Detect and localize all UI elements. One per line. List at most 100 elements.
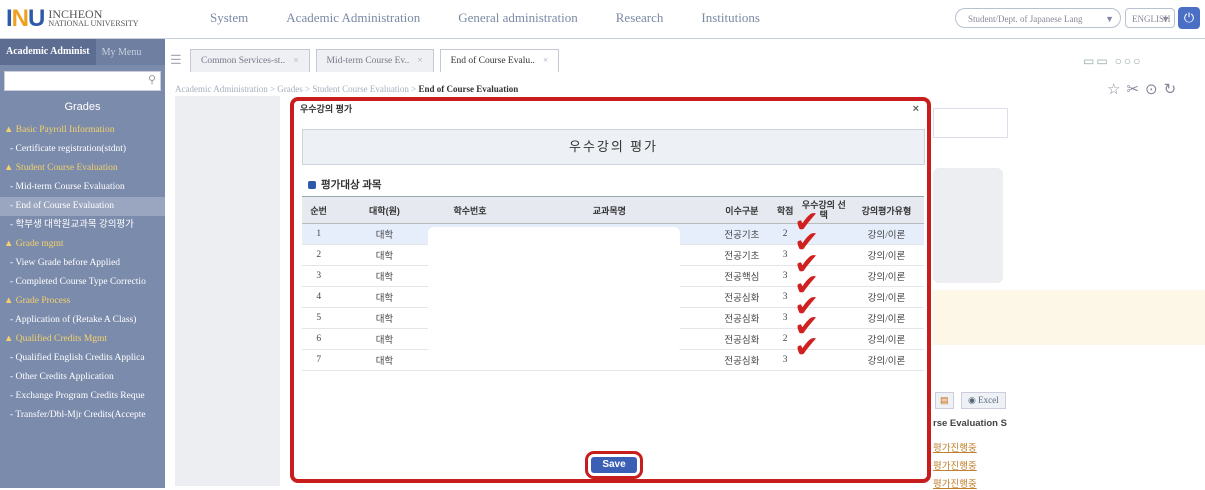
modal-title: 우수강의 평가 × bbox=[300, 101, 919, 117]
column-header: 교과목명 bbox=[506, 196, 713, 224]
course-evaluation-status-header: rse Evaluation S bbox=[933, 418, 1007, 429]
nav-institutions[interactable]: Institutions bbox=[701, 10, 760, 26]
top-nav: System Academic Administration General a… bbox=[210, 10, 760, 26]
university-logo[interactable]: INU INCHEON NATIONAL UNIVERSITY bbox=[6, 4, 139, 34]
breadcrumb: Academic Administration > Grades > Stude… bbox=[175, 84, 519, 94]
table-cell: 대학 bbox=[335, 265, 434, 287]
background-panel bbox=[175, 96, 280, 486]
background-panel bbox=[933, 168, 1003, 283]
section-title: 평가대상 과목 bbox=[308, 177, 382, 192]
sidebar-group[interactable]: ▲ Qualified Credits Mgmt bbox=[0, 330, 165, 349]
sidebar-tab-academic[interactable]: Academic Administ bbox=[0, 39, 96, 65]
download-icon[interactable]: ▤ bbox=[935, 392, 954, 409]
table-cell: 전공심화 bbox=[712, 349, 772, 371]
table-cell: 전공기초 bbox=[712, 244, 772, 266]
table-cell: 강의/이론 bbox=[848, 328, 924, 350]
table-cell: 7 bbox=[302, 349, 336, 371]
nav-research[interactable]: Research bbox=[616, 10, 664, 26]
table-cell: 대학 bbox=[335, 349, 434, 371]
column-header: 학수번호 bbox=[433, 196, 507, 224]
nav-system[interactable]: System bbox=[210, 10, 248, 26]
logo-mark: INU bbox=[6, 5, 45, 32]
excel-button[interactable]: ◉ Excel bbox=[961, 392, 1006, 409]
column-header: 순번 bbox=[302, 196, 336, 224]
background-notice bbox=[933, 290, 1205, 345]
table-cell: 전공핵심 bbox=[712, 265, 772, 287]
sidebar-item[interactable]: - Qualified English Credits Applica bbox=[0, 349, 165, 368]
sidebar-item[interactable]: - Transfer/Dbl-Mjr Credits(Accepte bbox=[0, 406, 165, 425]
column-header: 대학(원) bbox=[335, 196, 434, 224]
sidebar-item[interactable]: - Completed Course Type Correctio bbox=[0, 273, 165, 292]
table-cell: 전공기초 bbox=[712, 223, 772, 245]
close-icon[interactable]: × bbox=[293, 56, 298, 66]
evaluation-status-link[interactable]: 평가진행중 bbox=[933, 458, 977, 472]
sidebar-item[interactable]: - Application of (Retake A Class) bbox=[0, 311, 165, 330]
power-icon[interactable]: ⏻ bbox=[1178, 7, 1200, 29]
save-highlight: Save bbox=[585, 451, 643, 479]
logo-line1: INCHEON bbox=[48, 7, 103, 21]
table-cell: 강의/이론 bbox=[848, 286, 924, 308]
table-cell: 2 bbox=[302, 244, 336, 266]
table-cell: 대학 bbox=[335, 328, 434, 350]
table-cell: 3 bbox=[302, 265, 336, 287]
table-cell: 대학 bbox=[335, 286, 434, 308]
logo-line2: NATIONAL UNIVERSITY bbox=[48, 19, 139, 28]
evaluation-status-link[interactable]: 평가진행중 bbox=[933, 440, 977, 454]
sidebar-group[interactable]: ▲ Grade Process bbox=[0, 292, 165, 311]
save-button[interactable]: Save bbox=[591, 457, 637, 473]
nav-academic-administration[interactable]: Academic Administration bbox=[286, 10, 420, 26]
sidebar-group[interactable]: ▲ Basic Payroll Information bbox=[0, 121, 165, 140]
sidebar-tab-my-menu[interactable]: My Menu bbox=[96, 47, 148, 58]
sidebar-group[interactable]: ▲ Grade mgmt bbox=[0, 235, 165, 254]
menu-icon[interactable]: ☰ bbox=[170, 52, 182, 68]
sidebar-group[interactable]: ▲ Student Course Evaluation bbox=[0, 159, 165, 178]
sidebar-search-input[interactable]: ⚲ bbox=[4, 71, 161, 91]
table-cell: 강의/이론 bbox=[848, 307, 924, 329]
table-cell: 1 bbox=[302, 223, 336, 245]
tab-end-of-course[interactable]: End of Course Evalu.. × bbox=[439, 49, 560, 72]
favorite-icons[interactable]: ☆✂⊙↻ bbox=[1107, 80, 1182, 99]
close-icon[interactable]: × bbox=[543, 56, 548, 66]
checkmark-icon: ✔ bbox=[794, 330, 820, 365]
table-cell: 강의/이론 bbox=[848, 223, 924, 245]
table-cell: 전공심화 bbox=[712, 307, 772, 329]
bullet-icon bbox=[308, 180, 316, 189]
background-box bbox=[933, 108, 1008, 138]
table-cell: 강의/이론 bbox=[848, 265, 924, 287]
excellent-lecture-modal: 우수강의 평가 × 우수강의 평가 평가대상 과목 순번 대학(원) 학수번호 … bbox=[290, 97, 931, 483]
redacted-area bbox=[428, 227, 680, 353]
nav-general-administration[interactable]: General administration bbox=[458, 10, 578, 26]
table-cell: 대학 bbox=[335, 307, 434, 329]
table-cell: 강의/이론 bbox=[848, 244, 924, 266]
department-select[interactable]: Student/Dept. of Japanese Lang ▼ bbox=[955, 8, 1121, 28]
sidebar: Academic Administ My Menu ⚲ Grades ▲ Bas… bbox=[0, 39, 165, 488]
table-cell: 대학 bbox=[335, 223, 434, 245]
table-cell: 6 bbox=[302, 328, 336, 350]
table-cell: 5 bbox=[302, 307, 336, 329]
close-icon[interactable]: × bbox=[913, 101, 919, 117]
search-icon[interactable]: ⚲ bbox=[148, 73, 156, 86]
tab-mid-term[interactable]: Mid-term Course Ev.. × bbox=[315, 49, 434, 72]
sidebar-item[interactable]: - End of Course Evaluation bbox=[0, 197, 165, 216]
column-header: 이수구분 bbox=[712, 196, 772, 224]
top-header: INU INCHEON NATIONAL UNIVERSITY System A… bbox=[0, 0, 1205, 39]
table-cell: 전공심화 bbox=[712, 328, 772, 350]
table-cell: 대학 bbox=[335, 244, 434, 266]
table-cell: 강의/이론 bbox=[848, 349, 924, 371]
tab-common-services[interactable]: Common Services-st.. × bbox=[190, 49, 310, 72]
sidebar-item[interactable]: - View Grade before Applied bbox=[0, 254, 165, 273]
close-icon[interactable]: × bbox=[417, 56, 422, 66]
window-controls-icon[interactable]: ▭▭ ○○○ bbox=[1083, 54, 1142, 69]
chevron-down-icon: ▼ bbox=[1161, 14, 1170, 24]
modal-banner: 우수강의 평가 bbox=[302, 129, 925, 165]
page-tabs: Common Services-st.. × Mid-term Course Ev… bbox=[190, 49, 560, 72]
sidebar-item[interactable]: - Certificate registration(stdnt) bbox=[0, 140, 165, 159]
sidebar-item[interactable]: - Mid-term Course Evaluation bbox=[0, 178, 165, 197]
sidebar-item[interactable]: - Exchange Program Credits Reque bbox=[0, 387, 165, 406]
sidebar-title: Grades bbox=[64, 101, 101, 113]
sidebar-item[interactable]: - Other Credits Application bbox=[0, 368, 165, 387]
language-select[interactable]: ENGLISH ▼ bbox=[1125, 8, 1175, 28]
table-cell: 전공심화 bbox=[712, 286, 772, 308]
column-header: 강의평가유형 bbox=[848, 196, 924, 224]
sidebar-item[interactable]: - 학부생 대학원교과목 강의평가 bbox=[0, 216, 165, 235]
